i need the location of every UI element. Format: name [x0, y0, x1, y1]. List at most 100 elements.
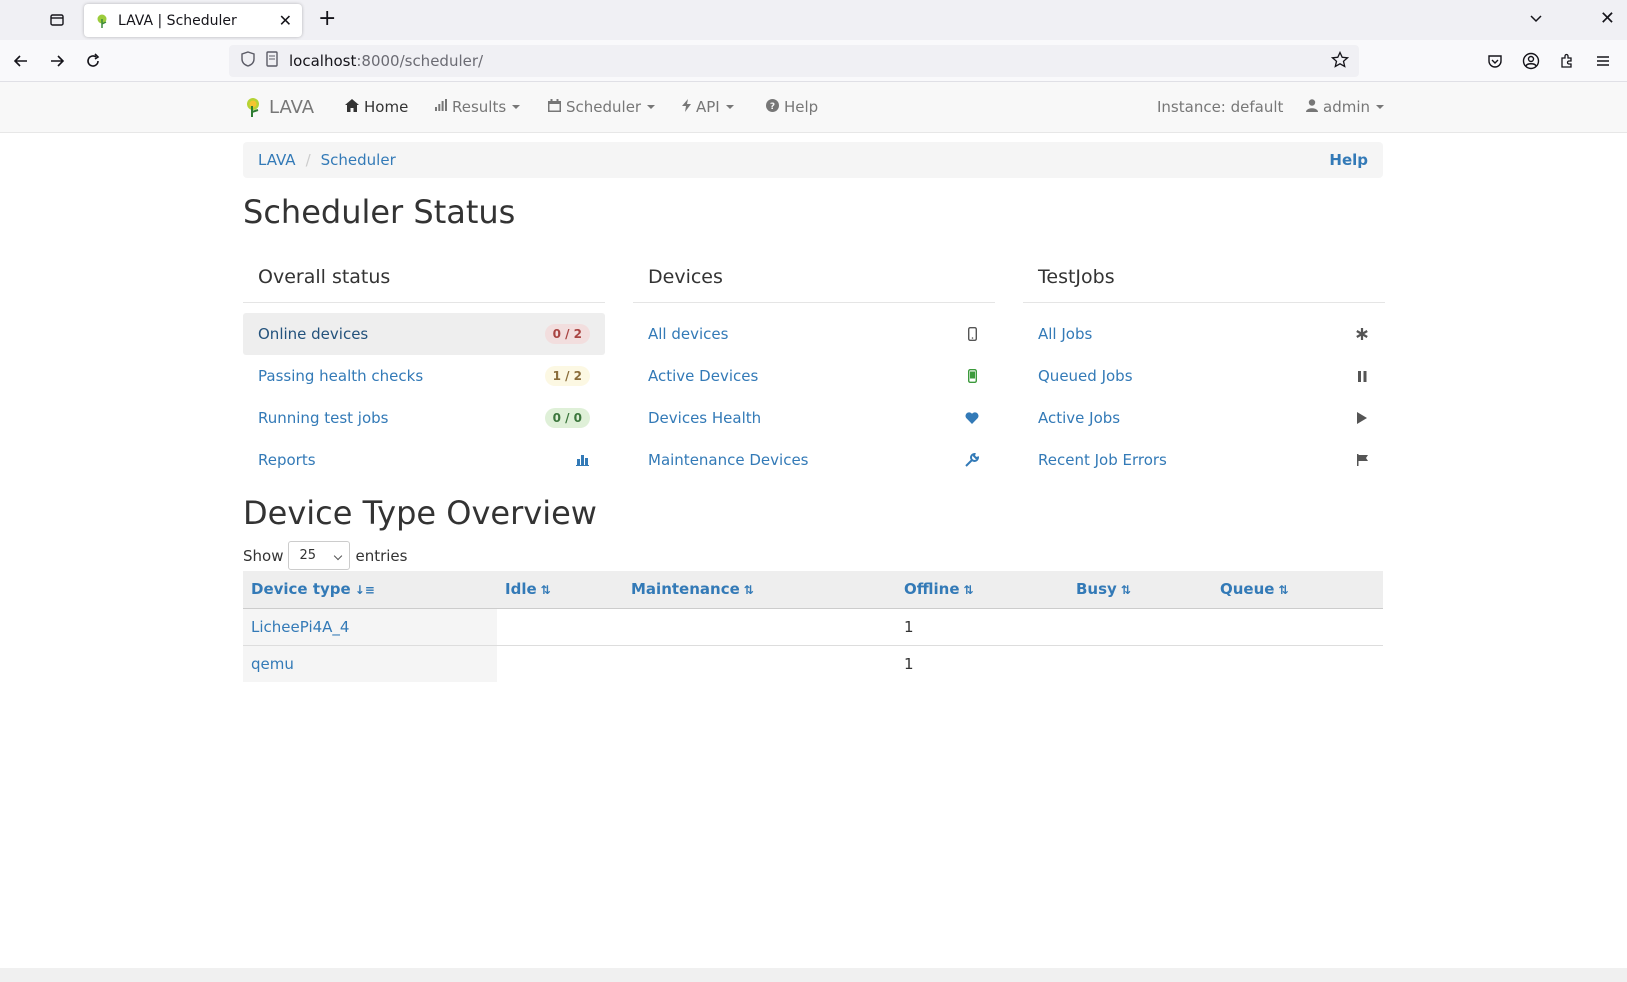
- extensions-icon[interactable]: [1557, 51, 1577, 71]
- all-jobs-link[interactable]: All Jobs: [1038, 325, 1092, 343]
- nav-help-label: Help: [784, 98, 819, 116]
- caret-down-icon: [512, 105, 521, 109]
- cell-device-type: LicheePi4A_4: [243, 608, 497, 646]
- sort-icon: ⇅: [1278, 583, 1289, 598]
- col-busy[interactable]: Busy ⇅: [1068, 571, 1212, 609]
- cell-busy: [1068, 645, 1212, 682]
- running-test-jobs-item[interactable]: Running test jobs 0 / 0: [243, 397, 605, 439]
- page-info-icon[interactable]: [265, 51, 279, 71]
- play-icon: [1354, 410, 1370, 426]
- page-size-control: Show 25 entries: [243, 541, 407, 570]
- reports-link[interactable]: Reports: [258, 451, 316, 469]
- online-devices-badge: 0 / 2: [544, 324, 590, 344]
- device-type-link[interactable]: qemu: [251, 655, 294, 673]
- breadcrumb-scheduler[interactable]: Scheduler: [321, 151, 396, 169]
- all-jobs-item[interactable]: All Jobs: [1023, 313, 1385, 355]
- calendar-icon: [548, 98, 561, 116]
- maintenance-devices-link[interactable]: Maintenance Devices: [648, 451, 808, 469]
- tab-list-icon[interactable]: [47, 10, 67, 30]
- nav-help[interactable]: ? Help: [766, 98, 818, 116]
- pocket-icon[interactable]: [1485, 51, 1505, 71]
- window-close-icon[interactable]: ✕: [1600, 8, 1615, 29]
- forward-icon[interactable]: [45, 49, 69, 73]
- sort-asc-icon: ↓≡: [354, 583, 375, 598]
- page-size-select[interactable]: 25: [288, 541, 351, 570]
- online-devices-link[interactable]: Online devices: [258, 325, 368, 343]
- queued-jobs-item[interactable]: Queued Jobs: [1023, 355, 1385, 397]
- browser-tab[interactable]: LAVA | Scheduler ✕: [84, 4, 302, 37]
- maintenance-devices-item[interactable]: Maintenance Devices: [633, 439, 995, 481]
- active-jobs-item[interactable]: Active Jobs: [1023, 397, 1385, 439]
- reports-item[interactable]: Reports: [243, 439, 605, 481]
- instance-label: Instance: default: [1157, 98, 1284, 116]
- breadcrumb-lava[interactable]: LAVA: [258, 151, 296, 169]
- phone-icon: [964, 326, 980, 342]
- passing-health-checks-item[interactable]: Passing health checks 1 / 2: [243, 355, 605, 397]
- col-maintenance[interactable]: Maintenance ⇅: [623, 571, 896, 609]
- devices-health-link[interactable]: Devices Health: [648, 409, 761, 427]
- all-devices-link[interactable]: All devices: [648, 325, 728, 343]
- col-device-type[interactable]: Device type ↓≡: [243, 571, 497, 609]
- breadcrumb-separator: /: [305, 151, 311, 169]
- all-devices-item[interactable]: All devices: [633, 313, 995, 355]
- devices-health-item[interactable]: Devices Health: [633, 397, 995, 439]
- overall-status-title: Overall status: [243, 260, 605, 303]
- lava-logo-icon: [247, 98, 259, 117]
- queued-jobs-link[interactable]: Queued Jobs: [1038, 367, 1133, 385]
- sort-icon: ⇅: [743, 583, 754, 598]
- menu-icon[interactable]: [1593, 51, 1613, 71]
- lava-favicon-icon: [97, 14, 107, 28]
- nav-api-label: API: [696, 98, 720, 116]
- url-path: :8000/scheduler/: [356, 52, 484, 70]
- nav-scheduler-label: Scheduler: [566, 98, 642, 116]
- active-jobs-link[interactable]: Active Jobs: [1038, 409, 1120, 427]
- bookmark-star-icon[interactable]: [1330, 50, 1350, 73]
- col-queue[interactable]: Queue ⇅: [1212, 571, 1383, 609]
- heart-icon: [964, 410, 980, 426]
- cell-offline: 1: [896, 608, 1068, 646]
- sort-icon: ⇅: [1120, 583, 1131, 598]
- breadcrumb-help-link[interactable]: Help: [1329, 151, 1368, 169]
- nav-scheduler[interactable]: Scheduler: [548, 98, 656, 116]
- shield-icon[interactable]: [241, 51, 255, 71]
- active-devices-link[interactable]: Active Devices: [648, 367, 758, 385]
- address-bar[interactable]: localhost:8000/scheduler/: [229, 45, 1359, 77]
- nav-results[interactable]: Results: [435, 98, 521, 116]
- signal-icon: [435, 99, 447, 115]
- col-idle[interactable]: Idle ⇅: [497, 571, 623, 609]
- chevron-down-icon[interactable]: [1529, 10, 1543, 29]
- breadcrumb: LAVA / Scheduler Help: [243, 142, 1383, 178]
- nav-api[interactable]: API: [682, 98, 734, 116]
- col-offline[interactable]: Offline ⇅: [896, 571, 1068, 609]
- online-devices-item[interactable]: Online devices 0 / 2: [243, 313, 605, 355]
- passing-health-checks-link[interactable]: Passing health checks: [258, 367, 423, 385]
- brand-link[interactable]: LAVA: [243, 96, 314, 118]
- cell-device-type: qemu: [243, 645, 497, 682]
- col-maintenance-label: Maintenance: [631, 580, 740, 599]
- devices-title: Devices: [633, 260, 995, 303]
- device-type-link[interactable]: LicheePi4A_4: [251, 618, 349, 636]
- back-icon[interactable]: [9, 49, 33, 73]
- recent-job-errors-link[interactable]: Recent Job Errors: [1038, 451, 1167, 469]
- running-test-jobs-link[interactable]: Running test jobs: [258, 409, 389, 427]
- nav-home[interactable]: Home: [345, 98, 408, 116]
- active-devices-item[interactable]: Active Devices: [633, 355, 995, 397]
- bar-chart-icon: [574, 452, 590, 468]
- nav-home-label: Home: [364, 98, 409, 116]
- new-tab-icon[interactable]: +: [318, 6, 336, 31]
- col-queue-label: Queue: [1220, 580, 1275, 599]
- nav-user[interactable]: admin: [1306, 98, 1384, 116]
- col-device-type-label: Device type: [251, 580, 351, 599]
- nav-user-label: admin: [1323, 98, 1370, 116]
- running-jobs-badge: 0 / 0: [544, 408, 590, 428]
- browser-navbar: localhost:8000/scheduler/: [0, 40, 1627, 82]
- close-tab-icon[interactable]: ✕: [279, 11, 292, 30]
- caret-down-icon: [647, 105, 656, 109]
- recent-job-errors-item[interactable]: Recent Job Errors: [1023, 439, 1385, 481]
- home-icon: [345, 98, 359, 116]
- reload-icon[interactable]: [81, 49, 105, 73]
- col-busy-label: Busy: [1076, 580, 1117, 599]
- brand-name: LAVA: [269, 96, 315, 118]
- nav-results-label: Results: [452, 98, 507, 116]
- account-icon[interactable]: [1521, 51, 1541, 71]
